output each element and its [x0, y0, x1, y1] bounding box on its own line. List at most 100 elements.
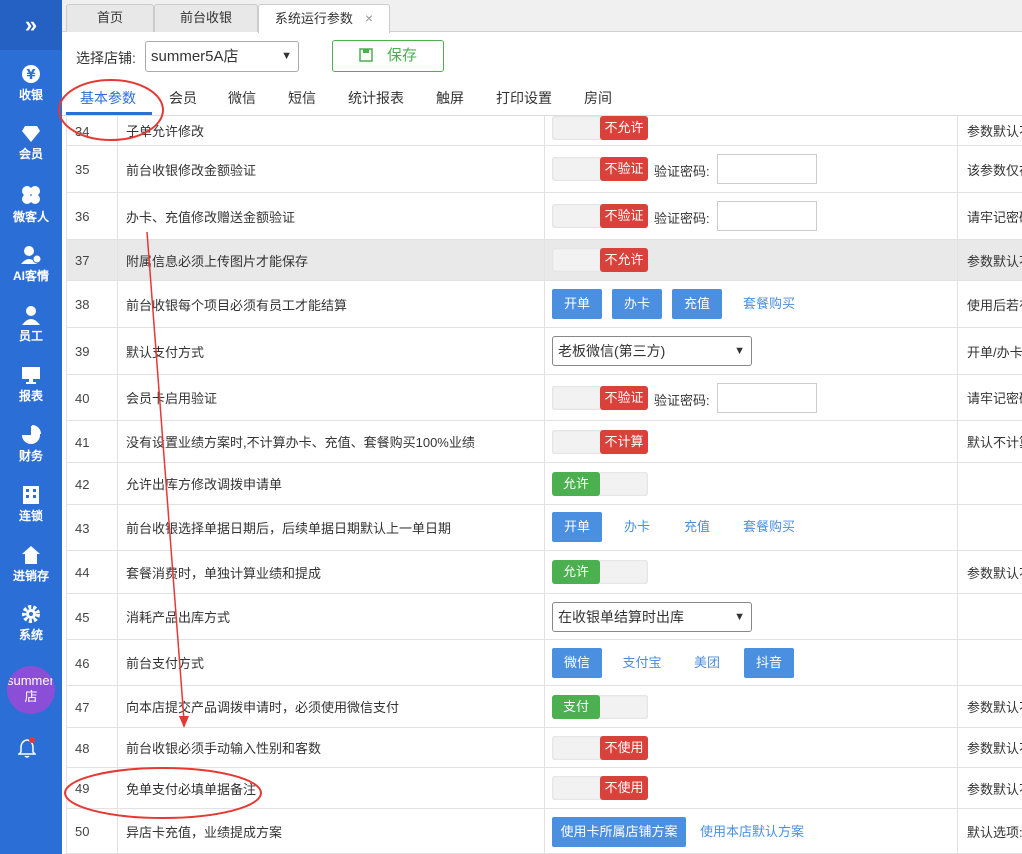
- param-toggle[interactable]: 不使用: [552, 776, 648, 800]
- package-link[interactable]: 套餐购买: [732, 512, 806, 542]
- nav-item-member[interactable]: 会员: [0, 125, 62, 162]
- expand-sidebar-button[interactable]: »: [0, 0, 62, 50]
- nav-item-cashier[interactable]: ¥ 收银: [0, 64, 62, 103]
- tab-label: 系统运行参数: [274, 11, 353, 26]
- subtab-basic[interactable]: 基本参数: [80, 88, 136, 108]
- param-name: 前台支付方式: [117, 640, 544, 685]
- person-icon: [22, 306, 40, 325]
- param-toggle[interactable]: 不验证: [552, 157, 648, 181]
- subtab-member[interactable]: 会员: [169, 88, 197, 108]
- table-row: 48 前台收银必须手动输入性别和客数 不使用 参数默认不: [66, 728, 1022, 768]
- param-control: 允许: [544, 463, 957, 504]
- param-control: 在收银单结算时出库 ▼: [544, 594, 957, 639]
- param-toggle[interactable]: 不允许: [552, 116, 648, 140]
- param-toggle[interactable]: 不验证: [552, 386, 648, 410]
- table-row: 38 前台收银每个项目必须有员工才能结算 开单 办卡 充值 套餐购买 使用后若有: [66, 281, 1022, 328]
- store-select[interactable]: summer5A店 ▼: [145, 41, 299, 72]
- password-input[interactable]: [717, 154, 817, 184]
- card-link[interactable]: 办卡: [612, 512, 662, 542]
- param-name: 异店卡充值，业绩提成方案: [117, 809, 544, 853]
- subtab-reports[interactable]: 统计报表: [348, 88, 404, 108]
- password-input[interactable]: [717, 201, 817, 231]
- save-icon: [359, 48, 373, 62]
- nav-item-inventory[interactable]: 进销存: [0, 545, 62, 584]
- param-toggle[interactable]: 允许: [552, 560, 648, 584]
- nav-item-system[interactable]: 系统: [0, 604, 62, 643]
- save-button[interactable]: 保存: [332, 40, 444, 72]
- param-toggle[interactable]: 支付: [552, 695, 648, 719]
- tab-label: 首页: [96, 10, 123, 25]
- nav-label: AI客情: [12, 269, 49, 283]
- store-select-value: summer5A店: [151, 48, 239, 65]
- param-note: 该参数仅在: [957, 146, 1022, 192]
- subtab-print[interactable]: 打印设置: [496, 88, 552, 108]
- toggle-off-label: 不验证: [600, 157, 648, 181]
- card-button[interactable]: 办卡: [612, 289, 662, 319]
- param-name: 允许出库方修改调拨申请单: [117, 463, 544, 504]
- nav-item-guest[interactable]: 微客人: [0, 184, 62, 225]
- use-card-store-plan-button[interactable]: 使用卡所属店铺方案: [552, 817, 686, 847]
- flower-icon: [22, 186, 40, 204]
- table-row: 46 前台支付方式 微信 支付宝 美团 抖音: [66, 640, 1022, 686]
- open-order-button[interactable]: 开单: [552, 289, 602, 319]
- param-note: 参数默认不: [957, 551, 1022, 593]
- param-name: 前台收银修改金额验证: [117, 146, 544, 192]
- pay-wechat-button[interactable]: 微信: [552, 648, 602, 678]
- toggle-off-label: 不验证: [600, 386, 648, 410]
- param-control: 不允许: [544, 240, 957, 280]
- param-note: 开单/办卡/: [957, 328, 1022, 374]
- subtab-room[interactable]: 房间: [584, 88, 612, 108]
- table-row: 44 套餐消费时，单独计算业绩和提成 允许 参数默认不: [66, 551, 1022, 594]
- password-label: 验证密码:: [654, 211, 710, 226]
- param-toggle[interactable]: 不使用: [552, 736, 648, 760]
- nav-label: 进销存: [12, 569, 49, 583]
- param-name: 免单支付必填单据备注: [117, 768, 544, 808]
- chevron-down-icon: ▼: [734, 345, 745, 357]
- store-avatar[interactable]: summer5A店: [7, 666, 55, 714]
- select-value: 老板微信(第三方): [558, 343, 666, 359]
- nav-label: 财务: [18, 449, 43, 463]
- nav-item-ai[interactable]: AI客情: [0, 245, 62, 284]
- row-number: 34: [75, 123, 90, 139]
- tab-system-params[interactable]: 系统运行参数 ×: [258, 4, 390, 33]
- package-link[interactable]: 套餐购买: [732, 289, 806, 319]
- table-row: 47 向本店提交产品调拨申请时，必须使用微信支付 支付 参数默认不: [66, 686, 1022, 728]
- param-category-tabs: 基本参数 会员 微信 短信 统计报表 触屏 打印设置 房间: [62, 80, 1022, 116]
- tab-close-icon[interactable]: ×: [365, 10, 373, 26]
- subtab-touch[interactable]: 触屏: [436, 88, 464, 108]
- recharge-link[interactable]: 充值: [672, 512, 722, 542]
- nav-item-report[interactable]: 报表: [0, 365, 62, 404]
- gear-icon: [22, 605, 40, 623]
- tab-cashier[interactable]: 前台收银: [154, 4, 258, 32]
- param-toggle[interactable]: 允许: [552, 472, 648, 496]
- param-note: 参数默认不: [957, 686, 1022, 727]
- open-order-button[interactable]: 开单: [552, 512, 602, 542]
- pay-meituan-link[interactable]: 美团: [682, 648, 732, 678]
- nav-item-staff[interactable]: 员工: [0, 305, 62, 344]
- param-name: 办卡、充值修改赠送金额验证: [117, 193, 544, 239]
- param-toggle[interactable]: 不允许: [552, 248, 648, 272]
- param-toggle[interactable]: 不计算: [552, 430, 648, 454]
- password-label: 验证密码:: [654, 393, 710, 408]
- subtab-wechat[interactable]: 微信: [228, 88, 256, 108]
- pie-icon: [22, 425, 41, 444]
- subtab-sms[interactable]: 短信: [288, 88, 316, 108]
- recharge-button[interactable]: 充值: [672, 289, 722, 319]
- password-input[interactable]: [717, 383, 817, 413]
- param-toggle[interactable]: 不验证: [552, 204, 648, 228]
- tab-home[interactable]: 首页: [66, 4, 154, 32]
- nav-item-finance[interactable]: 财务: [0, 425, 62, 464]
- param-note: [957, 594, 1022, 639]
- row-number: 36: [75, 209, 90, 224]
- pay-douyin-button[interactable]: 抖音: [744, 648, 794, 678]
- nav-item-chain[interactable]: 连锁: [0, 485, 62, 524]
- row-number: 35: [75, 162, 90, 177]
- use-local-plan-link[interactable]: 使用本店默认方案: [696, 817, 808, 847]
- row-number: 38: [75, 297, 90, 312]
- param-note: [957, 505, 1022, 550]
- pay-alipay-link[interactable]: 支付宝: [612, 648, 672, 678]
- param-note: 参数默认不: [957, 728, 1022, 767]
- toggle-on-label: 允许: [552, 472, 600, 496]
- outbound-method-select[interactable]: 在收银单结算时出库 ▼: [552, 602, 752, 632]
- payment-select[interactable]: 老板微信(第三方) ▼: [552, 336, 752, 366]
